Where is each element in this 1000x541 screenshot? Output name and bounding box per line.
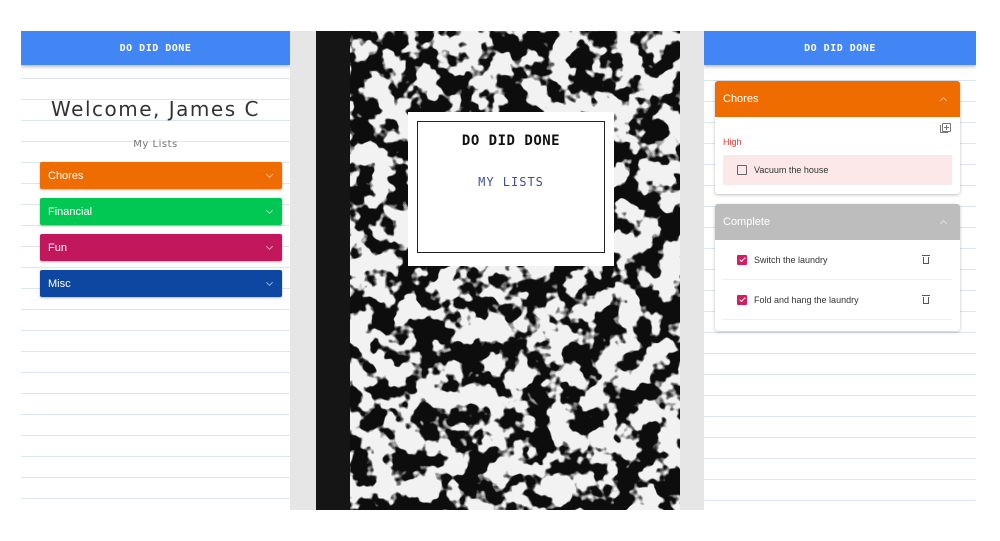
- app-title: DO DID DONE: [119, 42, 192, 54]
- app-bar: DO DID DONE: [704, 31, 976, 65]
- list-button-label: Misc: [48, 277, 71, 290]
- cover-subtitle: MY LISTS: [478, 175, 544, 189]
- task-row: Switch the laundry: [723, 240, 952, 280]
- complete-panel: Complete Switch the laundry Fold and han…: [715, 204, 960, 331]
- welcome-heading: Welcome, James C: [51, 97, 260, 121]
- chevron-down-icon: [265, 242, 274, 250]
- list-button-chores[interactable]: Chores: [40, 162, 282, 189]
- home-screen: DO DID DONE Welcome, James C My Lists Ch…: [21, 31, 290, 510]
- cover-label-frame: DO DID DONE MY LISTS: [417, 121, 605, 253]
- chevron-down-icon: [265, 278, 274, 286]
- list-button-label: Chores: [48, 169, 84, 182]
- list-detail-screen: DO DID DONE Chores High Vacuum the house…: [704, 31, 976, 510]
- task-row: Vacuum the house: [723, 155, 952, 185]
- cover-title: DO DID DONE: [461, 133, 561, 149]
- task-row: Fold and hang the laundry: [723, 280, 952, 320]
- task-text: Switch the laundry: [754, 254, 828, 265]
- checked-checkbox-icon[interactable]: [737, 294, 747, 305]
- checkbox-icon[interactable]: [737, 165, 747, 175]
- notebook-spine: [316, 31, 350, 510]
- list-button-misc[interactable]: Misc: [40, 270, 282, 297]
- list-button-label: Financial: [48, 205, 93, 218]
- my-lists-heading: My Lists: [133, 139, 178, 150]
- panel-title: Complete: [723, 216, 771, 228]
- chevron-down-icon: [265, 206, 274, 214]
- add-to-list-icon[interactable]: [940, 123, 951, 133]
- app-bar: DO DID DONE: [21, 31, 290, 65]
- trash-icon[interactable]: [922, 254, 930, 265]
- marble-pattern: [350, 31, 680, 510]
- list-button-fun[interactable]: Fun: [40, 234, 282, 261]
- cover-label[interactable]: DO DID DONE MY LISTS: [408, 112, 614, 266]
- chores-panel-header[interactable]: Chores: [715, 81, 960, 117]
- panel-title: Chores: [723, 93, 759, 105]
- notebook-cover: DO DID DONE MY LISTS: [316, 31, 680, 510]
- task-text: Fold and hang the laundry: [754, 294, 859, 305]
- list-button-financial[interactable]: Financial: [40, 198, 282, 225]
- trash-icon[interactable]: [922, 294, 930, 305]
- task-text: Vacuum the house: [754, 165, 829, 175]
- priority-label: High: [723, 137, 742, 147]
- checked-checkbox-icon[interactable]: [737, 254, 747, 265]
- list-button-label: Fun: [48, 241, 67, 254]
- chores-panel: Chores High Vacuum the house: [715, 81, 960, 194]
- chevron-up-icon[interactable]: [939, 96, 948, 105]
- complete-panel-header[interactable]: Complete: [715, 204, 960, 240]
- app-title: DO DID DONE: [804, 42, 876, 54]
- chevron-up-icon[interactable]: [939, 219, 948, 228]
- chevron-down-icon: [265, 170, 274, 178]
